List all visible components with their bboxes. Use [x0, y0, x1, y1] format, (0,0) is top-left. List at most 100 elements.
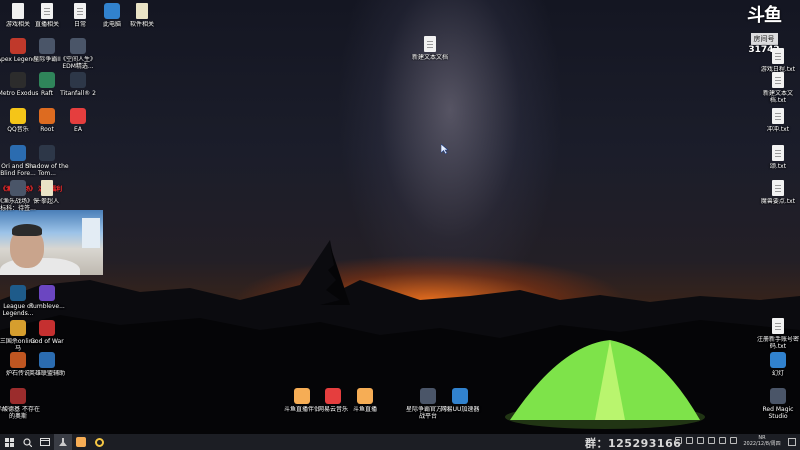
desktop-icon-text-file[interactable]: 新建文本文档.txt [758, 72, 798, 104]
desktop-icon-ea[interactable]: EA [58, 108, 98, 133]
windows-logo-icon [4, 437, 14, 447]
desktop-icon-uu[interactable]: 网易UU加速器 [440, 388, 480, 413]
zip-icon [41, 180, 53, 196]
lolhelper-icon [39, 352, 55, 368]
desktop-icon-gow[interactable]: God of War [27, 320, 67, 345]
tray-app-icon[interactable] [719, 437, 726, 444]
desktop-icon-douyu2[interactable]: 斗鱼直播 [345, 388, 385, 413]
desktop-icon-label: EA [74, 126, 82, 133]
taskbar-app-obs[interactable] [90, 434, 108, 450]
douyu-app-icon [76, 437, 86, 447]
gow-icon [39, 320, 55, 336]
desktop-icon-label: 幻灯 [771, 370, 784, 377]
redmagic-icon [770, 388, 786, 404]
desktop-icon-slides[interactable]: 幻灯 [758, 352, 798, 377]
webcam-overlay [0, 210, 103, 275]
douyu2-icon [357, 388, 373, 404]
tray-network-icon[interactable] [675, 437, 682, 444]
lol-icon [10, 285, 26, 301]
desktop-icon-label: 《空间人生》 EDM精选... [59, 56, 96, 70]
file-icon [41, 3, 53, 19]
slides-icon [770, 352, 786, 368]
text-file-icon [772, 180, 784, 196]
desktop-icon-tombraider[interactable]: Shadow of the Tom... [25, 145, 69, 177]
desktop-icon-label: 英雄联盟辅助 [28, 370, 65, 377]
zip-icon [136, 3, 148, 19]
text-file-icon [424, 36, 436, 52]
text-file-icon [772, 48, 784, 64]
search-button[interactable] [18, 434, 36, 450]
netease-icon [325, 388, 341, 404]
task-view-icon [40, 438, 50, 446]
desktop-icon-label: 新建文本文档.txt [762, 90, 793, 104]
desktop-icon-game2[interactable]: 赤酸德基 不存在的奥斯 [0, 388, 40, 420]
taskbar-app-recording[interactable] [54, 434, 72, 450]
desktop-icon-text-file[interactable]: 注册新手账号密码.txt [756, 318, 799, 350]
tray-volume-icon[interactable] [686, 437, 693, 444]
desktop-icon-label: 魔兽要点.txt [760, 198, 796, 205]
game2-icon [10, 388, 26, 404]
desktop-icon-label: 新建文本文档 [411, 54, 448, 61]
desktop-icon-titanfall[interactable]: Titanfall® 2 [58, 72, 98, 97]
desktop-icon-label: 斗鱼直播 [352, 406, 377, 413]
desktop-icon-rumbleverse[interactable]: Rumbleve... [27, 285, 67, 310]
desktop-icon-label: God of War [30, 338, 64, 345]
desktop-icon-text-file[interactable]: 新建文本文档 [410, 36, 450, 61]
desktop-icon-label: Red Magic Studio [762, 406, 794, 420]
desktop-icon-label: Titanfall® 2 [60, 90, 96, 97]
ori-icon [10, 145, 26, 161]
desktop-icon-text-file[interactable]: 冲冲.txt [758, 108, 798, 133]
taskbar-clock[interactable]: NR 2022/12/8/周四 [742, 435, 782, 447]
text-file-icon [772, 145, 784, 161]
notification-center-icon[interactable] [788, 438, 796, 446]
edm-icon [70, 38, 86, 54]
douyu-icon [294, 388, 310, 404]
text-file-icon [772, 72, 784, 88]
start-button[interactable] [0, 434, 18, 450]
raft-icon [39, 72, 55, 88]
folder-icon [12, 3, 24, 19]
desktop-icon-label: 网易UU加速器 [440, 406, 480, 413]
metro-icon [10, 72, 26, 88]
tray-wifi-icon[interactable] [730, 437, 737, 444]
tray-ime-icon[interactable] [708, 437, 715, 444]
game-icon [10, 180, 26, 196]
desktop-wallpaper: 《渔乐战场》 活动福利 斗鱼 房间号 31742 游戏相关 Apex Legend… [0, 0, 800, 434]
tray-battery-icon[interactable] [697, 437, 704, 444]
desktop-icon-zip[interactable]: 软件相关 [122, 3, 162, 28]
desktop-icon-lolhelper[interactable]: 英雄联盟辅助 [27, 352, 67, 377]
desktop-icon-zip[interactable]: 一拳超人 [27, 180, 67, 205]
uu-icon [452, 388, 468, 404]
system-tray [675, 437, 737, 444]
tombraider-icon [39, 145, 55, 161]
desktop-icon-label: 注册新手账号密码.txt [756, 336, 799, 350]
desktop-icon-redmagic[interactable]: Red Magic Studio [758, 388, 798, 420]
desktop-icon-edm[interactable]: 《空间人生》 EDM精选... [58, 38, 98, 70]
desktop-icon-text-file[interactable]: 游戏日程.txt [758, 48, 798, 73]
rumbleverse-icon [39, 285, 55, 301]
ea-icon [70, 108, 86, 124]
text-file-icon [772, 318, 784, 334]
battlenet-icon [420, 388, 436, 404]
glowing-tent [505, 340, 705, 429]
desktop-icon-text-file[interactable]: 魔兽要点.txt [758, 180, 798, 205]
qqmusic-icon [10, 108, 26, 124]
hearthstone-icon [10, 352, 26, 368]
mouse-cursor-icon [441, 144, 449, 154]
desktop-icon-label: 软件相关 [129, 21, 154, 28]
taskbar-app-douyu[interactable] [72, 434, 90, 450]
desktop-icon-label: Rumbleve... [29, 303, 65, 310]
group-number-text: 群：125293166 [585, 437, 682, 450]
computer-icon [104, 3, 120, 19]
apex-icon [10, 38, 26, 54]
task-view-button[interactable] [36, 434, 54, 450]
file-icon [74, 3, 86, 19]
desktop-icon-label: 一拳超人 [34, 198, 59, 205]
desktop-icon-label: Shadow of the Tom... [25, 163, 69, 177]
desktop-icon-text-file[interactable]: 颂.txt [758, 145, 798, 170]
room-label: 房间号 [750, 33, 778, 45]
starcraft-icon [39, 38, 55, 54]
clock-date: 2022/12/8/周四 [743, 441, 781, 447]
search-icon [22, 437, 32, 447]
desktop-icon-label: 赤酸德基 不存在的奥斯 [0, 406, 40, 420]
